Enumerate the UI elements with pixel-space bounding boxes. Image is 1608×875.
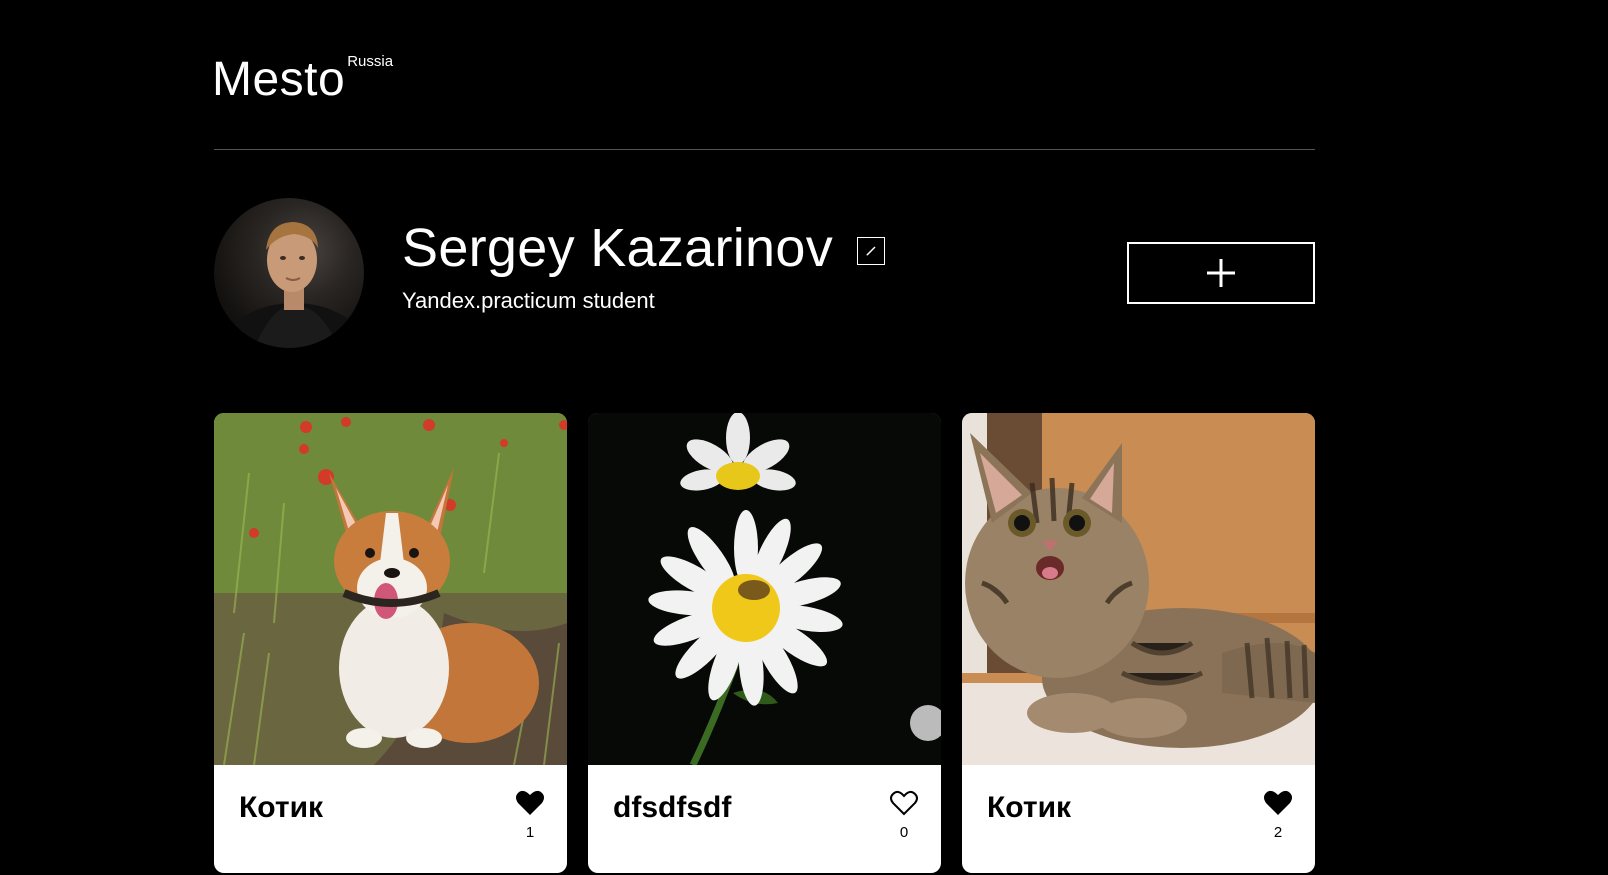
- like-container: 1: [515, 789, 545, 842]
- heart-filled-icon: [516, 790, 544, 815]
- profile-about: Yandex.practicum student: [402, 288, 655, 313]
- avatar-photo: [224, 222, 364, 348]
- card-title: Котик: [239, 791, 324, 824]
- card: dfsdfsdf 0: [588, 413, 941, 873]
- header: Mesto Russia: [212, 0, 1315, 150]
- avatar[interactable]: [214, 198, 364, 348]
- card-title: Котик: [987, 791, 1072, 824]
- like-container: 2: [1263, 789, 1293, 842]
- pencil-icon: [866, 246, 876, 256]
- card-image[interactable]: [214, 413, 567, 765]
- like-count: 1: [525, 824, 535, 841]
- card-image[interactable]: [962, 413, 1315, 765]
- add-card-button[interactable]: [1127, 242, 1315, 304]
- card: Котик 1: [214, 413, 567, 873]
- logo-subtext: Russia: [347, 53, 394, 70]
- card: Котик 2: [962, 413, 1315, 873]
- like-count: 2: [1273, 824, 1283, 841]
- edit-profile-button[interactable]: [857, 237, 886, 265]
- cat-photo: [962, 413, 1315, 765]
- card-footer: dfsdfsdf 0: [588, 765, 941, 873]
- logo: Mesto Russia: [212, 52, 393, 108]
- profile-info: Sergey Kazarinov Yandex.practicum studen…: [402, 218, 886, 314]
- cards-grid: Котик 1 dfsdfsdf 0 Котик 2: [214, 413, 1315, 873]
- card-footer: Котик 1: [214, 765, 567, 873]
- page-content: Mesto Russia Sergey Kazarinov Yandex.pra…: [212, 0, 1315, 873]
- like-button[interactable]: [1263, 789, 1293, 817]
- heart-outline-icon: [890, 790, 918, 816]
- card-title: dfsdfsdf: [613, 791, 732, 824]
- corgi-photo: [214, 413, 567, 765]
- profile-name: Sergey Kazarinov: [402, 218, 834, 278]
- like-button[interactable]: [889, 789, 919, 817]
- like-container: 0: [889, 789, 919, 842]
- heart-filled-icon: [1264, 790, 1292, 815]
- logo-text: Mesto: [212, 53, 346, 106]
- card-footer: Котик 2: [962, 765, 1315, 873]
- plus-icon: [1207, 259, 1235, 287]
- card-image[interactable]: [588, 413, 941, 765]
- profile-name-row: Sergey Kazarinov: [402, 218, 886, 278]
- profile: Sergey Kazarinov Yandex.practicum studen…: [214, 198, 1315, 351]
- daisy-photo: [588, 413, 941, 765]
- like-button[interactable]: [515, 789, 545, 817]
- like-count: 0: [899, 824, 909, 841]
